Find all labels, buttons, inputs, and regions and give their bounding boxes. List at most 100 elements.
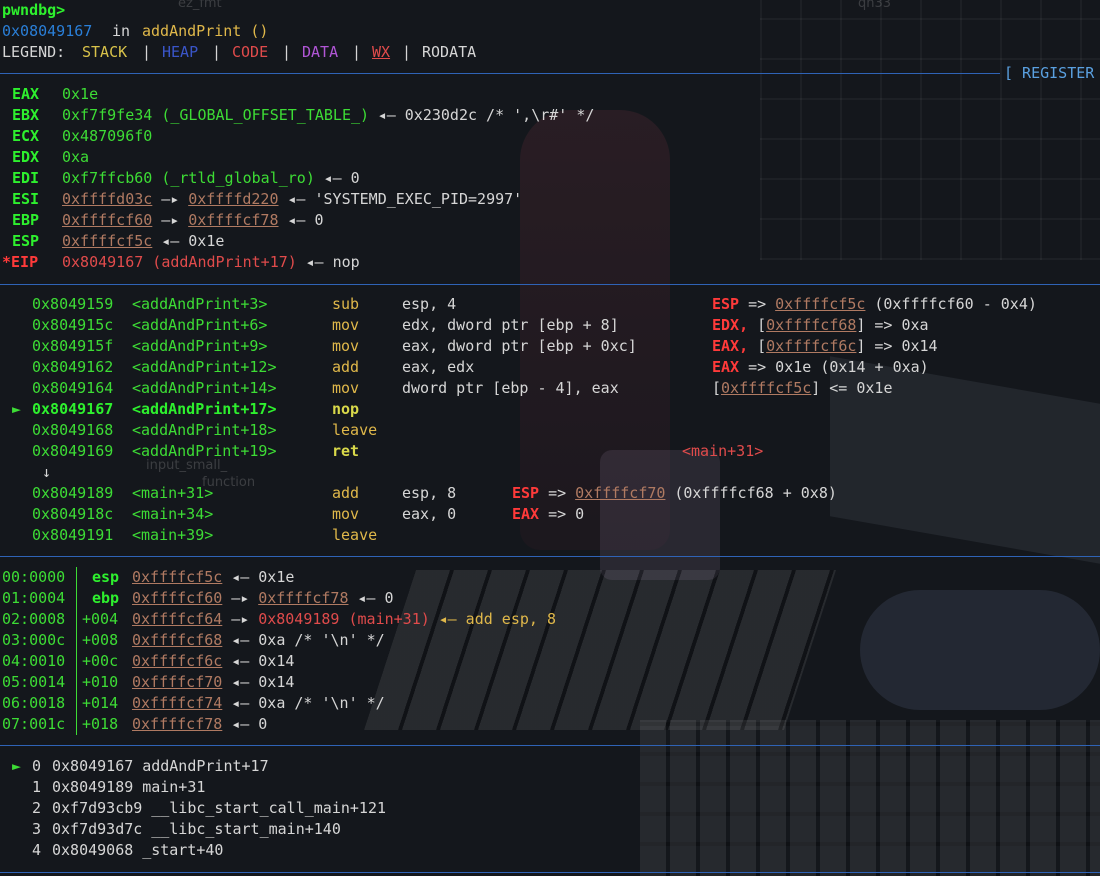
comment-register: EAX, (712, 337, 749, 355)
backtrace-frame: 1 0x8049189 main+31 (0, 777, 1100, 798)
register-deref: ◂— 0 (323, 169, 360, 187)
instruction-symbol: <main+34> (132, 505, 214, 523)
comment-pointer: 0xffffcf5c (775, 295, 866, 313)
stack-offset: ebp (92, 589, 120, 607)
stack-value: ◂— 0x14 (231, 673, 295, 691)
frame-number: 3 (32, 820, 42, 838)
register-name: EDX (12, 148, 40, 166)
register-row: EDX 0xa (0, 147, 1100, 168)
backtrace-separator (0, 745, 1100, 746)
register-row: EBP 0xffffcf60 —▸ 0xffffcf78 ◂— 0 (0, 210, 1100, 231)
stack-offset: +008 (82, 631, 119, 649)
stack-offset: +00c (82, 652, 119, 670)
current-instruction: ► 0x8049167 <addAndPrint+17> nop (0, 399, 1100, 420)
legend-sep: | (282, 43, 292, 61)
frame-address: 0x8049167 (52, 757, 134, 775)
terminal-window[interactable]: pwndbg> 0x08049167 in addAndPrint () LEG… (0, 0, 1100, 876)
stack-row: 01:0004 ebp 0xffffcf60 —▸ 0xffffcf78 ◂— 0 (0, 588, 1100, 609)
instruction-mnemonic: nop (332, 400, 360, 418)
stack-value: ◂— add esp, 8 (438, 610, 556, 628)
stack-pointer: 0xffffcf74 (132, 694, 223, 712)
bottom-separator (0, 872, 1100, 873)
instruction-row: 0x804918c <main+34> mov eax, 0 EAX => 0 (0, 504, 1100, 525)
stack-value: ◂— 0x14 (231, 652, 295, 670)
comment-text: <main+31> (682, 442, 764, 460)
register-value: 0xf7f9fe34 (_GLOBAL_OFFSET_TABLE_) (62, 106, 370, 124)
register-deref: ◂— 0 (287, 211, 324, 229)
frame-number: 1 (32, 778, 42, 796)
instruction-mnemonic: leave (332, 421, 378, 439)
instruction-mnemonic: mov (332, 337, 360, 355)
comment-pointer: 0xffffcf5c (721, 379, 812, 397)
register-pointer: 0xffffcf5c (62, 232, 153, 250)
current-frame-icon: ► (12, 757, 22, 775)
comment-text: => 0x1e (0x14 + 0xa) (748, 358, 929, 376)
instruction-address: 0x8049191 (32, 526, 114, 544)
instruction-mnemonic: add (332, 484, 360, 502)
comment-tail: (0xffffcf60 - 0x4) (874, 295, 1037, 313)
instruction-row: 0x804915f <addAndPrint+9> mov eax, dword pt… (0, 336, 1100, 357)
legend-line: LEGEND: STACK | HEAP | CODE | DATA | WX … (0, 42, 476, 63)
frame-address: 0x8049189 (52, 778, 134, 796)
stack-row: 03:000c +008 0xffffcf68 ◂— 0xa /* '\n' */ (0, 630, 1100, 651)
stack-row: 00:0000 esp 0xffffcf5c ◂— 0x1e (0, 567, 1100, 588)
stack-value: ◂— 0 (231, 715, 268, 733)
instruction-address: 0x8049162 (32, 358, 114, 376)
instruction-row: 0x8049162 <addAndPrint+12> add eax, edx EAX =… (0, 357, 1100, 378)
instruction-address: 0x8049167 (32, 400, 114, 418)
stack-separator (0, 556, 1100, 557)
register-deref: ◂— 0x230d2c /* ',\r#' */ (377, 106, 595, 124)
register-name: EAX (12, 85, 40, 103)
instruction-symbol: <addAndPrint+3> (132, 295, 268, 313)
instruction-mnemonic: leave (332, 526, 378, 544)
down-arrow-icon: ↓ (42, 463, 52, 481)
register-row: ECX 0x487096f0 (0, 126, 1100, 147)
frame-symbol: __libc_start_main+140 (151, 820, 341, 838)
comment-pointer: 0xffffcf70 (575, 484, 666, 502)
instruction-row: 0x8049164 <addAndPrint+14> mov dword ptr [e… (0, 378, 1100, 399)
prompt-line: pwndbg> (0, 0, 65, 21)
instruction-mnemonic: mov (332, 505, 360, 523)
register-row: *EIP 0x8049167 (addAndPrint+17) ◂— nop (0, 252, 1100, 273)
comment-text: [ (757, 316, 767, 334)
frame-symbol: addAndPrint+17 (142, 757, 269, 775)
register-name: EDI (12, 169, 40, 187)
location-address: 0x08049167 (2, 22, 93, 40)
comment-tail: ] => 0x14 (856, 337, 938, 355)
register-pointer: 0xffffcf78 (188, 211, 279, 229)
comment-register: ESP (512, 484, 540, 502)
legend-code: CODE (232, 43, 269, 61)
register-pointer: 0xffffd220 (188, 190, 279, 208)
chain-arrow: —▸ (161, 211, 180, 229)
frame-symbol: _start+40 (142, 841, 224, 859)
comment-text: => (748, 295, 776, 313)
comment-register: EAX (512, 505, 540, 523)
comment-tail: ] <= 0x1e (811, 379, 893, 397)
instruction-mnemonic: mov (332, 316, 360, 334)
location-in: in (112, 22, 131, 40)
jump-arrow-row: ↓ (0, 462, 1100, 483)
chain-arrow: —▸ (231, 610, 250, 628)
legend-rodata: RODATA (422, 43, 477, 61)
stack-row: 06:0018 +014 0xffffcf74 ◂— 0xa /* '\n' */ (0, 693, 1100, 714)
register-name: EBP (12, 211, 40, 229)
registers-separator (0, 73, 1000, 74)
legend-label: LEGEND: (2, 43, 66, 61)
register-deref: ◂— 0x1e (161, 232, 225, 250)
register-row: ESI 0xffffd03c —▸ 0xffffd220 ◂— 'SYSTEMD_EXE… (0, 189, 1100, 210)
register-deref: ◂— nop (305, 253, 360, 271)
stack-offset: +014 (82, 694, 119, 712)
instruction-symbol: <addAndPrint+18> (132, 421, 277, 439)
stack-offset: +004 (82, 610, 119, 628)
frame-symbol: __libc_start_call_main+121 (151, 799, 387, 817)
frame-number: 4 (32, 841, 42, 859)
instruction-address: 0x804915c (32, 316, 114, 334)
backtrace-frame: ► 0 0x8049167 addAndPrint+17 (0, 756, 1100, 777)
instruction-mnemonic: sub (332, 295, 360, 313)
disasm-separator (0, 284, 1100, 285)
chain-arrow: —▸ (231, 589, 250, 607)
stack-value: ◂— 0 (357, 589, 394, 607)
stack-index: 07:001c (2, 715, 66, 733)
stack-pointer: 0xffffcf68 (132, 631, 223, 649)
stack-pointer: 0xffffcf78 (258, 589, 349, 607)
